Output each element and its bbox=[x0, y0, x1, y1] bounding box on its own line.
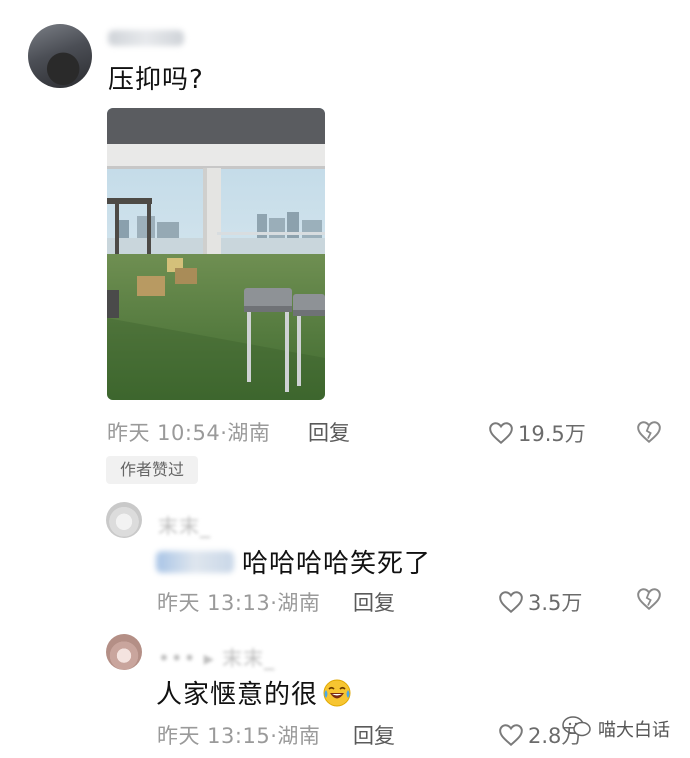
reply-content: 人家惬意的很 bbox=[156, 674, 352, 711]
heart-outline-icon bbox=[499, 724, 523, 747]
broken-heart-icon bbox=[637, 421, 661, 444]
reply-time: 昨天 13:13 bbox=[157, 591, 271, 615]
dislike-button[interactable] bbox=[636, 420, 662, 448]
comment-location: 湖南 bbox=[227, 421, 271, 445]
dislike-button[interactable] bbox=[636, 587, 662, 615]
reply-button[interactable]: 回复 bbox=[353, 720, 395, 750]
reply-avatar[interactable] bbox=[106, 502, 142, 538]
reply-text: 人家惬意的很 bbox=[156, 680, 319, 710]
like-count: 3.5万 bbox=[528, 591, 583, 615]
comment-text: 压抑吗? bbox=[108, 65, 204, 95]
reply-time: 昨天 13:15 bbox=[157, 724, 271, 748]
reply-content: 哈哈哈哈笑死了 bbox=[156, 543, 431, 580]
balcony-photo-image bbox=[107, 108, 325, 400]
reply-text: 哈哈哈哈笑死了 bbox=[242, 549, 432, 579]
reply-timestamp: 昨天 13:13·湖南 bbox=[157, 587, 320, 617]
heart-outline-icon bbox=[489, 422, 513, 445]
heart-outline-icon bbox=[499, 591, 523, 614]
comment-time: 昨天 10:54 bbox=[107, 421, 221, 445]
reply-username[interactable]: ••• ▸ 末末_ bbox=[158, 642, 275, 671]
commenter-avatar[interactable] bbox=[28, 24, 92, 88]
reply-timestamp: 昨天 13:15·湖南 bbox=[157, 720, 320, 750]
watermark-wechat-icon bbox=[562, 716, 592, 738]
reply-location: 湖南 bbox=[277, 724, 321, 748]
like-button[interactable]: 3.5万 bbox=[498, 587, 582, 617]
reply-button[interactable]: 回复 bbox=[353, 587, 395, 617]
like-count: 19.5万 bbox=[518, 422, 586, 446]
author-liked-badge: 作者赞过 bbox=[106, 456, 198, 484]
reply-avatar[interactable] bbox=[106, 634, 142, 670]
watermark-text: 喵大白话 bbox=[598, 720, 670, 741]
reply-username[interactable]: 末末_ bbox=[158, 510, 211, 539]
broken-heart-icon bbox=[637, 588, 661, 611]
comment-timestamp: 昨天 10:54·湖南 bbox=[107, 417, 270, 447]
laughing-crying-emoji-icon bbox=[323, 679, 351, 706]
like-button[interactable]: 19.5万 bbox=[488, 418, 586, 448]
comment-photo[interactable] bbox=[107, 108, 325, 400]
commenter-username-blurred[interactable] bbox=[108, 30, 184, 46]
reply-location: 湖南 bbox=[277, 591, 321, 615]
reply-button[interactable]: 回复 bbox=[308, 417, 350, 447]
mention-blurred[interactable] bbox=[156, 550, 234, 573]
